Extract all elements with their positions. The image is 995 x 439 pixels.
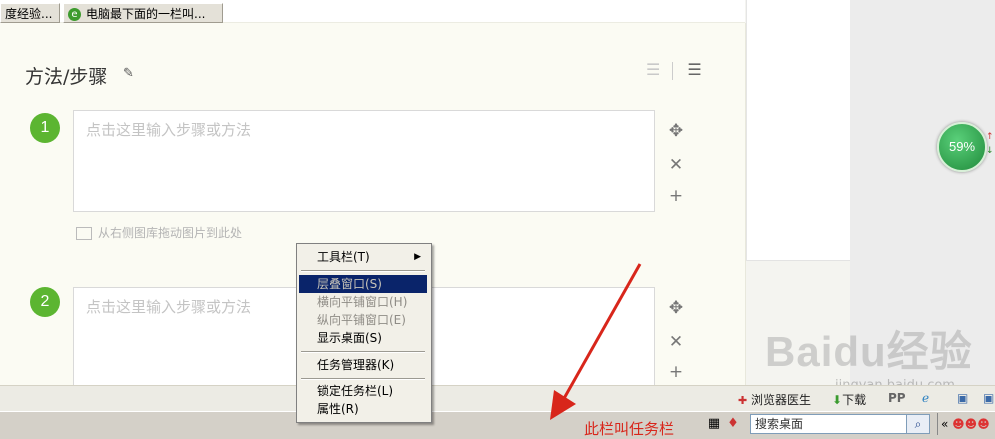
list-toggle: ☰ ☰ (632, 60, 702, 80)
taskbar-button[interactable]: e 电脑最下面的一栏叫... (63, 3, 223, 23)
image-icon (76, 227, 92, 240)
qq-icon[interactable]: ☻ (977, 417, 990, 431)
menu-separator (301, 351, 425, 353)
image-drop-hint: 从右侧图库拖动图片到此处 (76, 224, 242, 241)
section-title: 方法/步骤 (25, 66, 108, 88)
desktop-search-input[interactable]: 搜索桌面 (750, 414, 930, 434)
download-button[interactable]: ⬇下载 (832, 391, 866, 408)
plus-icon: ✚ (738, 394, 748, 407)
window-icon[interactable]: ▣ (957, 391, 968, 405)
ie-icon[interactable]: ℯ (922, 391, 929, 405)
menu-separator (301, 378, 425, 380)
step-input-1[interactable]: 点击这里输入步骤或方法 (73, 110, 655, 212)
menu-item-lock-taskbar[interactable]: 锁定任务栏(L) (299, 382, 427, 400)
gauge-arrows-icon: ↑ ↓ (986, 132, 994, 156)
qr-icon[interactable]: ▦ (706, 415, 722, 433)
app-icon[interactable]: ♦ (725, 415, 741, 433)
menu-item-task-manager[interactable]: 任务管理器(K) (299, 356, 427, 374)
divider (672, 61, 674, 80)
add-icon[interactable]: + (666, 362, 686, 382)
screenshot: 方法/步骤 ✎ ☰ ☰ 1 点击这里输入步骤或方法 ✥ ✕ + 从右侧图库拖动图片… (0, 0, 995, 439)
search-icon[interactable]: ⌕ (906, 415, 929, 433)
step-number-1: 1 (30, 113, 60, 143)
menu-item-toolbars[interactable]: 工具栏(T) ▶ (299, 248, 427, 266)
taskbar-context-menu: 工具栏(T) ▶ 层叠窗口(S) 横向平铺窗口(H) 纵向平铺窗口(E) 显示桌面… (296, 243, 432, 423)
taskbar-button-label: 电脑最下面的一栏叫... (86, 7, 206, 21)
download-label: 下载 (842, 393, 867, 407)
download-icon: ⬇ (832, 393, 843, 407)
browser-doctor-button[interactable]: ✚ 浏览器医生 (738, 391, 811, 408)
add-icon[interactable]: + (666, 186, 686, 206)
menu-item-cascade[interactable]: 层叠窗口(S) (299, 275, 427, 293)
menu-item-label: 工具栏(T) (317, 250, 370, 264)
step-number-2: 2 (30, 287, 60, 317)
pp-icon[interactable]: PP (888, 391, 906, 405)
menu-item-tile-vertical[interactable]: 纵向平铺窗口(E) (299, 311, 427, 329)
qq-icon[interactable]: ☻ (948, 417, 965, 431)
menu-separator (301, 270, 425, 272)
close-icon[interactable]: ✕ (666, 332, 686, 352)
step-placeholder: 点击这里输入步骤或方法 (86, 121, 252, 139)
system-tray: « ☻☻☻ (937, 413, 995, 435)
image-hint-text: 从右侧图库拖动图片到此处 (98, 226, 243, 240)
unordered-list-icon[interactable]: ☰ (687, 60, 701, 79)
browser-icon: e (68, 8, 81, 21)
menu-item-properties[interactable]: 属性(R) (299, 400, 427, 418)
ordered-list-icon[interactable]: ☰ (646, 60, 660, 79)
edit-pencil-icon[interactable]: ✎ (123, 66, 134, 81)
move-icon[interactable]: ✥ (666, 298, 686, 318)
memory-gauge[interactable]: 59% (937, 122, 987, 172)
submenu-arrow-icon: ▶ (414, 252, 421, 262)
right-panel (746, 0, 851, 261)
move-icon[interactable]: ✥ (666, 121, 686, 141)
browser-doctor-label: 浏览器医生 (751, 393, 812, 407)
qq-icon[interactable]: ☻ (965, 417, 978, 431)
step-placeholder: 点击这里输入步骤或方法 (86, 298, 252, 316)
watermark-logo: Baidu经验 (765, 328, 973, 375)
annotation-arrow (550, 263, 642, 420)
window-icon[interactable]: ▣ (983, 391, 994, 405)
menu-item-show-desktop[interactable]: 显示桌面(S) (299, 329, 427, 347)
close-icon[interactable]: ✕ (666, 155, 686, 175)
browser-status-bar: ✚ 浏览器医生 ⬇下载 PP ℯ ▣ ▣ (0, 385, 995, 412)
taskbar-button[interactable]: 度经验... (0, 3, 60, 23)
menu-item-tile-horizontal[interactable]: 横向平铺窗口(H) (299, 293, 427, 311)
